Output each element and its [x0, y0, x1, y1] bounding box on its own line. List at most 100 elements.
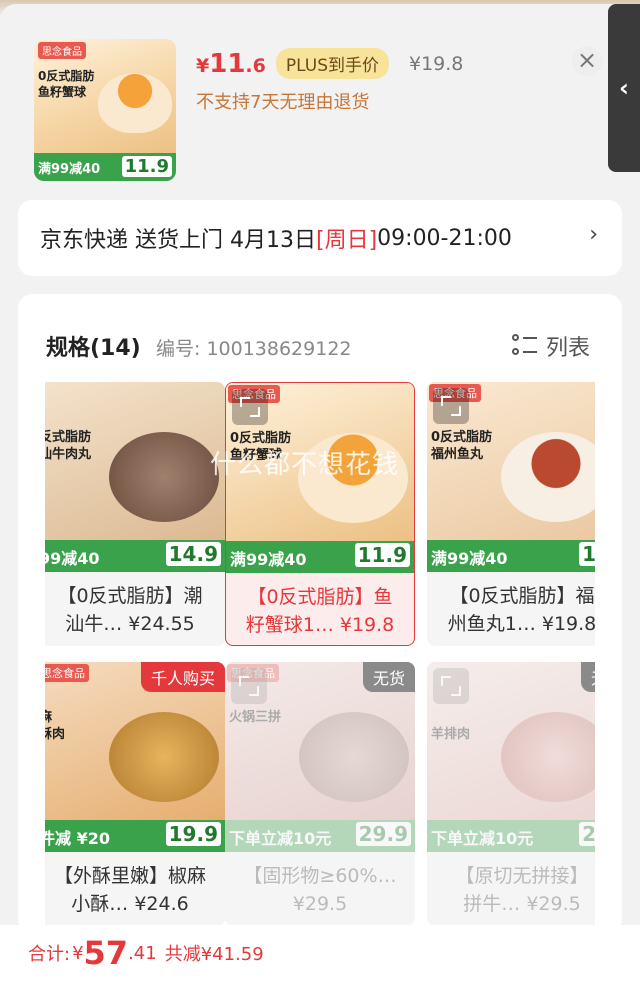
item-name-line-1: 【固形物≥60%…	[243, 865, 397, 887]
item-tag-price: 14.9	[165, 542, 221, 566]
spec-selector-sheet: 思念食品 0反式脂肪 鱼籽蟹球 满99减40 11.9 ¥11.6 PLUS到手…	[0, 4, 640, 981]
total-label: 合计:	[28, 944, 71, 965]
item-name: 【0反式脂肪】潮 汕牛… ¥24.55	[45, 582, 225, 638]
delivery-prefix: 京东快递 送货上门 4月13日	[40, 228, 316, 253]
item-name-line-1: 【0反式脂肪】潮	[57, 585, 203, 607]
total-currency: ¥	[72, 942, 84, 964]
item-label-2: 酥肉	[45, 727, 66, 742]
price-row: ¥11.6 PLUS到手价 ¥19.8	[196, 48, 463, 79]
spec-card: 规格(14) 编号: 100138629122 列表 反式脂肪 汕牛肉丸 99减…	[18, 294, 622, 934]
zoom-icon[interactable]	[433, 388, 469, 424]
item-deal-band: 满99减40 11.9	[226, 541, 414, 573]
thumb-deal-bar: 满99减40 11.9	[34, 153, 176, 181]
item-name: 【固形物≥60%… ¥29.5	[225, 862, 415, 918]
item-deal-band: 件减 ¥20 19.9	[45, 820, 225, 852]
spec-item-fish-ball[interactable]: 思念食品 0反式脂肪 福州鱼丸 满99减40 11 【0反式脂肪】福 州鱼丸1……	[427, 382, 595, 646]
close-button[interactable]: ×	[572, 46, 602, 76]
delivery-day: [周日]	[315, 228, 378, 253]
spec-item-hotpot-trio[interactable]: 思念食品 火锅三拼 下单立减10元 29.9 无货 【固形物≥60%… ¥29.…	[225, 662, 415, 926]
item-tag-price: 29.9	[355, 822, 411, 846]
item-deal-band: 下单立减10元 29	[427, 820, 595, 852]
product-thumbnail[interactable]: 思念食品 0反式脂肪 鱼籽蟹球 满99减40 11.9	[34, 39, 176, 181]
item-name-line-1: 【0反式脂肪】福	[449, 585, 595, 607]
spec-item-image: 思念食品 麻 酥肉 件减 ¥20 19.9 千人购买	[45, 662, 225, 852]
hotpot-image	[299, 712, 409, 802]
item-deal: 下单立减10元	[431, 829, 534, 848]
zoom-icon[interactable]	[231, 668, 267, 704]
price-dec: .6	[245, 54, 266, 77]
out-of-stock-badge: 无货	[362, 662, 415, 692]
item-tag-price: 11	[579, 542, 595, 566]
item-name-line-2: 拼牛… ¥29.5	[463, 893, 581, 915]
dumpling-image	[98, 73, 172, 133]
spec-item-crispy-pork[interactable]: 思念食品 麻 酥肉 件减 ¥20 19.9 千人购买 【外酥里嫩】椒麻 小酥… …	[45, 662, 225, 926]
list-icon	[512, 333, 538, 359]
item-label-2: 汕牛肉丸	[45, 447, 92, 462]
item-deal-band: 99减40 14.9	[45, 540, 225, 572]
item-name-line-1: 【0反式脂肪】鱼	[247, 586, 393, 608]
spec-item-crab-ball[interactable]: 思念食品 0反式脂肪 鱼籽蟹球 满99减40 11.9 【0反式脂肪】鱼 籽蟹球…	[225, 382, 415, 646]
thumb-title-2: 鱼籽蟹球	[38, 85, 87, 99]
thumb-deal: 满99减40	[38, 162, 101, 177]
total-int: 57	[83, 934, 129, 972]
thumb-price: 11.9	[121, 156, 172, 177]
total-dec: .41	[128, 942, 157, 964]
item-deal: 件减 ¥20	[45, 829, 110, 848]
item-name: 【外酥里嫩】椒麻 小酥… ¥24.6	[45, 862, 225, 918]
item-name-line-2: 州鱼丸1… ¥19.8	[447, 613, 595, 635]
fish-ball-image	[501, 432, 595, 522]
total-savings: 共减¥41.59	[164, 944, 264, 965]
zoom-icon[interactable]	[232, 389, 268, 425]
item-name-line-1: 【外酥里嫩】椒麻	[53, 865, 206, 887]
item-tag-price: 29	[579, 822, 595, 846]
lamb-slices-image	[501, 712, 595, 802]
spec-item-lamb-slices[interactable]: 羊排肉 下单立减10元 29 无 【原切无拼接】 拼牛… ¥29.5	[427, 662, 595, 926]
item-deal-band: 满99减40 11	[427, 540, 595, 572]
spec-item-image: 羊排肉 下单立减10元 29	[427, 662, 595, 852]
watermark-text: 什么都不想花钱	[210, 450, 400, 480]
side-collapse-tab[interactable]: ‹	[608, 4, 640, 172]
delivery-time: 09:00-21:00	[377, 225, 512, 251]
spec-item-image: 反式脂肪 汕牛肉丸 99减40 14.9	[45, 382, 225, 572]
no-return-notice: 不支持7天无理由退货	[196, 92, 370, 113]
item-name: 【0反式脂肪】鱼 籽蟹球1… ¥19.8	[226, 583, 414, 639]
item-deal-band: 下单立减10元 29.9	[225, 820, 415, 852]
item-name-line-2: ¥29.5	[292, 893, 348, 915]
item-label-2: 羊排肉	[431, 727, 471, 742]
price-symbol: ¥	[196, 54, 210, 77]
out-of-stock-badge: 无	[580, 662, 595, 692]
item-label-1: 火锅三拼	[229, 710, 282, 725]
thumb-brand: 思念食品	[38, 42, 86, 59]
original-price: ¥19.8	[409, 52, 464, 75]
spec-item-beef-ball[interactable]: 反式脂肪 汕牛肉丸 99减40 14.9 【0反式脂肪】潮 汕牛… ¥24.55	[45, 382, 225, 646]
chevron-right-icon: ›	[589, 222, 598, 247]
product-code: 编号: 100138629122	[156, 338, 352, 360]
item-name-line-1: 【原切无拼接】	[455, 865, 589, 887]
item-tag-price: 11.9	[354, 543, 410, 567]
item-name: 【原切无拼接】 拼牛… ¥29.5	[427, 862, 595, 918]
thumb-title-1: 0反式脂肪	[38, 69, 95, 83]
spec-title: 规格(14)	[46, 336, 141, 361]
item-deal: 99减40	[45, 549, 100, 568]
item-name-line-2: 籽蟹球1… ¥19.8	[245, 614, 395, 636]
beef-ball-image	[109, 432, 219, 522]
item-name-line-2: 汕牛… ¥24.55	[65, 613, 195, 635]
popular-badge: 千人购买	[140, 662, 225, 692]
item-name: 【0反式脂肪】福 州鱼丸1… ¥19.8	[427, 582, 595, 638]
delivery-row[interactable]: 京东快递 送货上门 4月13日 [周日] 09:00-21:00 ›	[18, 200, 622, 276]
item-name-line-2: 小酥… ¥24.6	[71, 893, 189, 915]
product-header: 思念食品 0反式脂肪 鱼籽蟹球 满99减40 11.9 ¥11.6 PLUS到手…	[0, 4, 608, 194]
item-deal: 满99减40	[431, 549, 508, 568]
list-label: 列表	[546, 336, 591, 361]
price-int: 11	[209, 48, 246, 79]
item-tag-price: 19.9	[165, 822, 221, 846]
item-label-2: 福州鱼丸	[431, 447, 484, 462]
chevron-left-icon: ‹	[619, 74, 629, 102]
plus-price-badge: PLUS到手价	[275, 48, 389, 79]
crispy-pork-image	[109, 712, 219, 802]
zoom-icon[interactable]	[433, 668, 469, 704]
list-view-button[interactable]: 列表	[512, 330, 590, 362]
spec-item-image: 思念食品 0反式脂肪 福州鱼丸 满99减40 11	[427, 382, 595, 572]
current-price: ¥11.6	[196, 49, 266, 79]
item-deal: 下单立减10元	[229, 829, 332, 848]
